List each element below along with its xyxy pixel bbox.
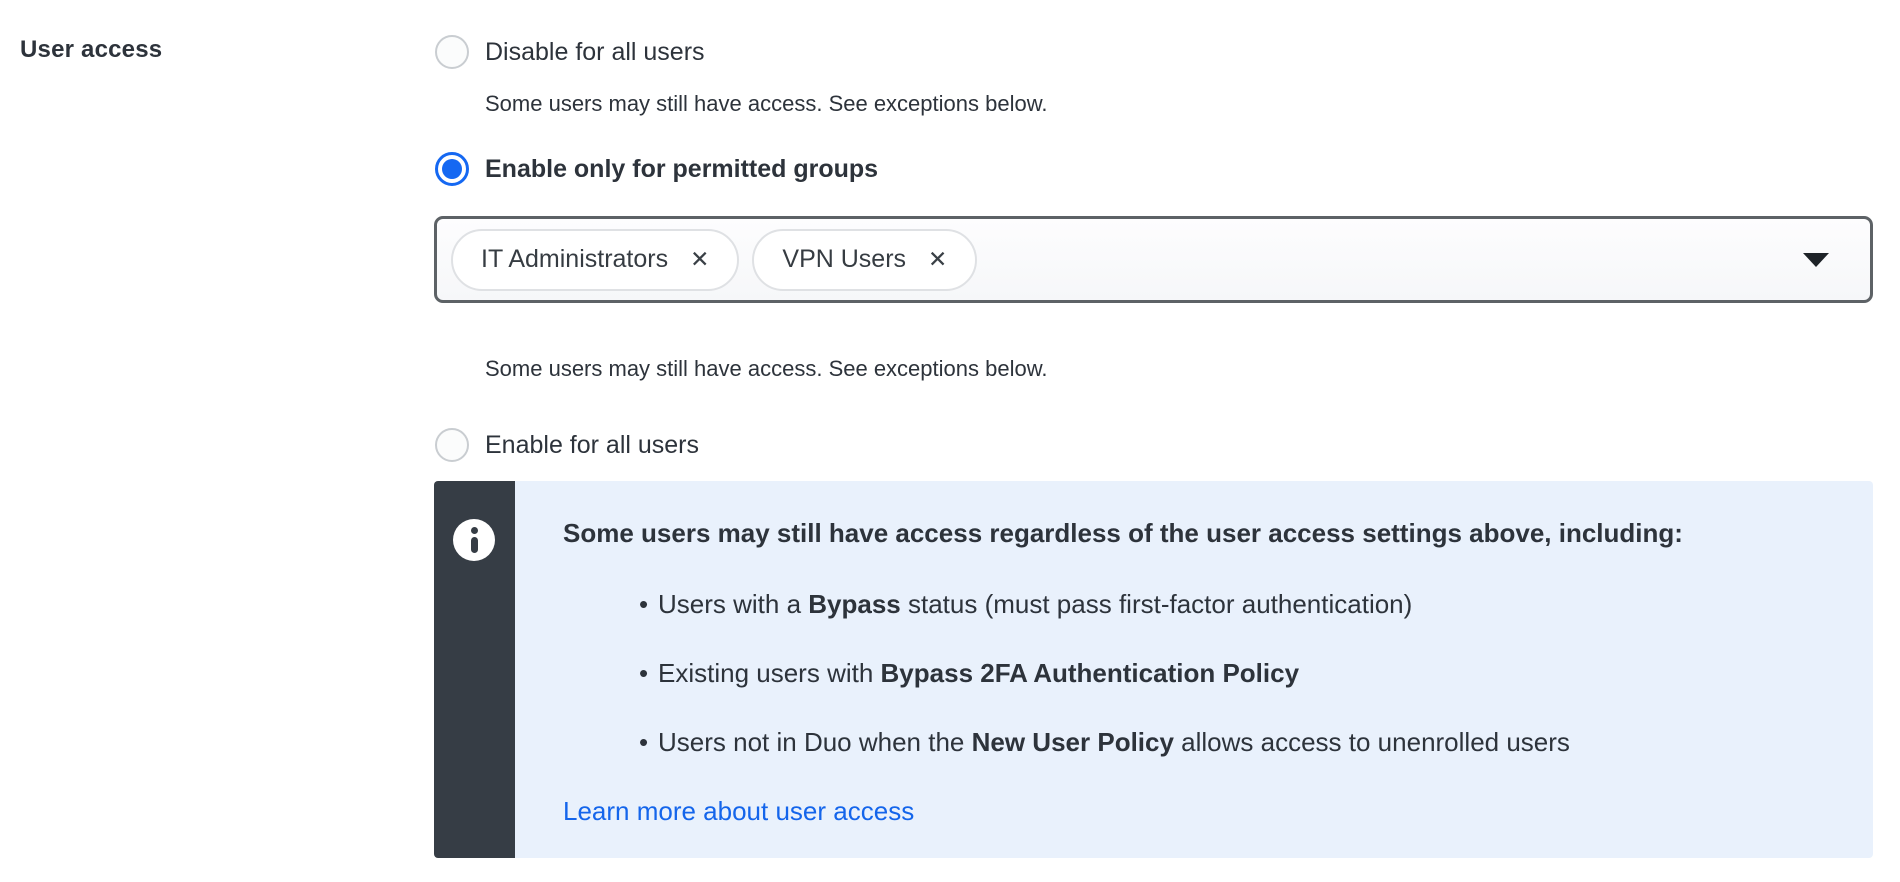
radio-button-selected-icon[interactable] [435,152,469,186]
info-icon-dot [470,527,478,534]
selected-group-tags: IT Administrators ✕ VPN Users ✕ [451,228,978,291]
user-access-label: User access [20,36,163,63]
info-callout-content: Some users may still have access regardl… [515,481,1873,858]
info-list-item: Users not in Duo when the New User Polic… [563,727,1833,758]
permitted-groups-select[interactable]: IT Administrators ✕ VPN Users ✕ [434,216,1873,303]
radio-button-icon[interactable] [435,35,469,69]
learn-more-link[interactable]: Learn more about user access [563,796,914,827]
remove-tag-icon[interactable]: ✕ [690,248,709,271]
remove-tag-icon[interactable]: ✕ [928,248,947,271]
info-callout-sidebar [434,481,515,858]
radio-option-enable-all[interactable]: Enable for all users [435,427,699,463]
helper-text: Some users may still have access. See ex… [485,356,1048,381]
info-icon [453,519,495,561]
group-tag: VPN Users ✕ [752,228,978,291]
info-exception-list: Users with a Bypass status (must pass fi… [563,589,1833,758]
helper-text: Some users may still have access. See ex… [485,91,1048,116]
info-list-item: Users with a Bypass status (must pass fi… [563,589,1833,620]
info-icon-stem [470,537,478,553]
radio-option-label[interactable]: Enable only for permitted groups [485,155,878,184]
group-tag: IT Administrators ✕ [451,228,740,291]
group-tag-label: IT Administrators [481,245,669,273]
radio-option-label[interactable]: Enable for all users [485,431,699,460]
radio-option-disable-all[interactable]: Disable for all users [435,34,705,70]
radio-option-permitted-groups[interactable]: Enable only for permitted groups [435,151,878,187]
info-list-item: Existing users with Bypass 2FA Authentic… [563,658,1833,689]
radio-button-icon[interactable] [435,428,469,462]
radio-dot [442,159,462,179]
chevron-down-icon[interactable] [1803,252,1829,267]
user-access-settings-panel: User access Disable for all users Some u… [0,0,1900,882]
radio-option-label[interactable]: Disable for all users [485,38,705,67]
group-tag-label: VPN Users [782,245,907,273]
info-heading: Some users may still have access regardl… [563,518,1683,548]
info-callout: Some users may still have access regardl… [434,481,1873,858]
